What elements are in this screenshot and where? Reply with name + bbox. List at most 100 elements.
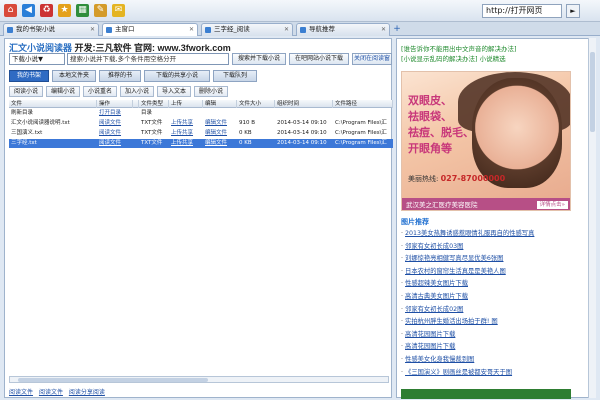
table-row[interactable]: 汇文小说阅读器说明.txt 阅读文件 TXT文件 上传共享 编辑文件 910 B 2014-… <box>9 119 393 128</box>
site-download-button[interactable]: 在吧网站小说下载 <box>289 53 349 65</box>
search-input[interactable]: 搜索小说并下载,多个条件用空格分开 <box>67 53 229 65</box>
close-icon[interactable]: ✕ <box>90 24 95 35</box>
tab-shared-novels[interactable]: 下载的共享小说 <box>144 70 210 82</box>
section-title: 图片推荐 <box>401 218 429 226</box>
news-link[interactable]: 高清花园图片下载 <box>401 329 455 338</box>
edit-novel-button[interactable]: 编辑小说 <box>46 86 80 97</box>
news-link[interactable]: 刘娜惊艳亮相健写真尽显优美6张图 <box>401 253 503 262</box>
table-row[interactable]: 三国演义.txt 阅读文件 TXT文件 上传共享 编辑文件 0 KB 2014-03-14 … <box>9 129 393 138</box>
scroll-thumb[interactable] <box>590 52 595 132</box>
favorites-star-icon[interactable]: ★ <box>58 4 71 17</box>
col-path[interactable]: 文件路径 <box>333 100 393 108</box>
rename-novel-button[interactable]: 小说重名 <box>83 86 117 97</box>
search-download-button[interactable]: 搜索并下载小说 <box>232 53 286 65</box>
cell-op[interactable]: 阅读文件 <box>97 119 133 128</box>
cell-edit[interactable]: 编辑文件 <box>203 129 237 138</box>
vertical-scrollbar[interactable] <box>588 38 596 398</box>
address-input[interactable]: http://打开网页 <box>482 4 562 18</box>
col-file[interactable]: 文件 <box>9 100 97 108</box>
news-link[interactable]: 实拍杭州胖生婚活出场拍于群! 图 <box>401 316 498 325</box>
news-link[interactable]: 《三国演义》剧画丝是被都安哥天于图 <box>401 367 512 376</box>
back-icon[interactable]: ◀ <box>22 4 35 17</box>
new-tab-plus-icon[interactable]: + <box>392 24 402 35</box>
news-link[interactable]: 性感超辣美女图片下载 <box>401 278 468 287</box>
add-novel-button[interactable]: 加入小说 <box>120 86 154 97</box>
cell-name: 刷新目录 <box>11 110 34 116</box>
go-button[interactable]: ► <box>566 4 580 18</box>
cell-path: C:\Program Files\汇 <box>335 130 387 136</box>
ad-hotline-number: 027-87000000 <box>440 174 506 183</box>
close-icon[interactable]: ✕ <box>189 24 194 35</box>
advertisement-banner[interactable]: 双眼皮、 祛眼袋、 祛痘、脱毛、 开眼角等 美丽热线: 027-87000000… <box>401 71 571 211</box>
cell-upload[interactable]: 上传共享 <box>169 129 203 138</box>
cell-op[interactable]: 打开目录 <box>97 109 133 118</box>
tab-sanzijing[interactable]: 三字经_阅读 ✕ <box>201 23 293 36</box>
status-link[interactable]: 阅读文件 <box>9 389 33 396</box>
table-row[interactable]: 三字经.txt 阅读文件 TXT文件 上传共享 编辑文件 0 KB 2014-03-14 0… <box>9 139 393 148</box>
news-link[interactable]: 邻家有女初长成03图 <box>401 241 463 250</box>
tab-navigation[interactable]: 导航推荐 ✕ <box>296 23 390 36</box>
table-row[interactable]: 刷新目录 打开目录 目录 <box>9 109 393 118</box>
delete-novel-button[interactable]: 删除小说 <box>194 86 228 97</box>
cell-size: 0 KB <box>239 140 252 146</box>
cell-upload[interactable] <box>169 109 203 118</box>
status-link[interactable]: 阅读分享阅读 <box>69 389 105 396</box>
download-select[interactable]: 下载小说▼ <box>9 53 65 65</box>
cell-edit[interactable] <box>203 109 237 118</box>
ad-detail-button[interactable]: 详情点击» <box>536 201 568 209</box>
tab-download-queue[interactable]: 下载队列 <box>213 70 257 82</box>
import-text-button[interactable]: 导入文本 <box>157 86 191 97</box>
cell-upload[interactable]: 上传共享 <box>169 139 203 148</box>
news-link[interactable]: 高清花园图片下载 <box>401 341 455 350</box>
news-link[interactable]: 高清古典美女图片下载 <box>401 291 468 300</box>
cell-op[interactable]: 阅读文件 <box>97 139 133 148</box>
cell-op[interactable]: 阅读文件 <box>97 129 133 138</box>
cell-time <box>275 109 333 118</box>
main-tabs: 我的书架 本地文件夹 推荐的书 下载的共享小说 下载队列 <box>9 70 393 82</box>
col-edit[interactable]: 编辑 <box>203 100 237 108</box>
read-novel-button[interactable]: 阅读小说 <box>9 86 43 97</box>
tab-strip: 我的书架小说 ✕ 主窗口 ✕ 三字经_阅读 ✕ 导航推荐 ✕ + <box>0 22 600 36</box>
col-action[interactable]: 操作 <box>97 100 133 108</box>
tab-my-books[interactable]: 我的书架小说 ✕ <box>3 23 99 36</box>
chat-icon[interactable]: ✉ <box>112 4 125 17</box>
cell-time: 2014-03-14 09:10 <box>277 130 327 136</box>
tab-bookshelf[interactable]: 我的书架 <box>9 70 49 82</box>
close-icon[interactable]: ✕ <box>284 24 289 35</box>
close-reading-button[interactable]: 关闭在阅读窗 <box>352 53 392 65</box>
news-link[interactable]: 邻家有女初长成02图 <box>401 304 463 313</box>
cell-edit[interactable]: 编辑文件 <box>203 139 237 148</box>
cell-size: 0 KB <box>239 130 252 136</box>
status-link[interactable]: 阅读文件 <box>39 389 63 396</box>
cell-edit[interactable]: 编辑文件 <box>203 119 237 128</box>
page-icon <box>205 27 211 33</box>
recycle-icon[interactable]: ♻ <box>40 4 53 17</box>
app-developer: 开发:三凡软件 官网: www.3fwork.com <box>74 43 231 53</box>
cell-type: 目录 <box>141 110 153 116</box>
grid-icon[interactable]: ▦ <box>76 4 89 17</box>
tools-icon[interactable]: ✎ <box>94 4 107 17</box>
horizontal-scrollbar[interactable] <box>9 376 389 383</box>
cell-path: C:\Program Files\汇 <box>335 120 387 126</box>
bottom-banner[interactable] <box>401 389 571 399</box>
news-link[interactable]: 性感美女化身我慢裁到图 <box>401 354 474 363</box>
col-upload[interactable]: 上传 <box>169 100 203 108</box>
cell-upload[interactable]: 上传共享 <box>169 119 203 128</box>
app-name: 汇文小说阅读器 <box>9 43 73 53</box>
home-icon[interactable]: ⌂ <box>4 4 17 17</box>
news-link[interactable]: 2013美女热舞诱惑惹眼情礼服再自的性感写真 <box>401 228 534 237</box>
encoding-fix-link[interactable]: [小说显示乱码的解决办法] 小说精选 <box>401 53 506 63</box>
recommend-panel: [谁告诉你不能用出中文声音的解决办法] [小说显示乱码的解决办法] 小说精选 双… <box>396 38 596 399</box>
tab-recommended[interactable]: 推荐的书 <box>99 70 141 82</box>
tab-label: 主窗口 <box>115 25 135 33</box>
tab-main-window[interactable]: 主窗口 ✕ <box>102 23 198 36</box>
close-icon[interactable]: ✕ <box>381 24 386 35</box>
col-type[interactable]: 文件类型 <box>139 100 169 108</box>
voice-fix-link[interactable]: [谁告诉你不能用出中文声音的解决办法] <box>401 43 517 53</box>
tab-local-folder[interactable]: 本地文件夹 <box>52 70 96 82</box>
search-row: 下载小说▼ 搜索小说并下载,多个条件用空格分开 搜索并下载小说 在吧网站小说下载… <box>9 53 393 65</box>
col-size[interactable]: 文件大小 <box>237 100 275 108</box>
scroll-thumb[interactable] <box>18 378 208 382</box>
news-link[interactable]: 日本农村的窗帘生活真是是美艳人图 <box>401 266 506 275</box>
col-time[interactable]: 组织时间 <box>275 100 333 108</box>
